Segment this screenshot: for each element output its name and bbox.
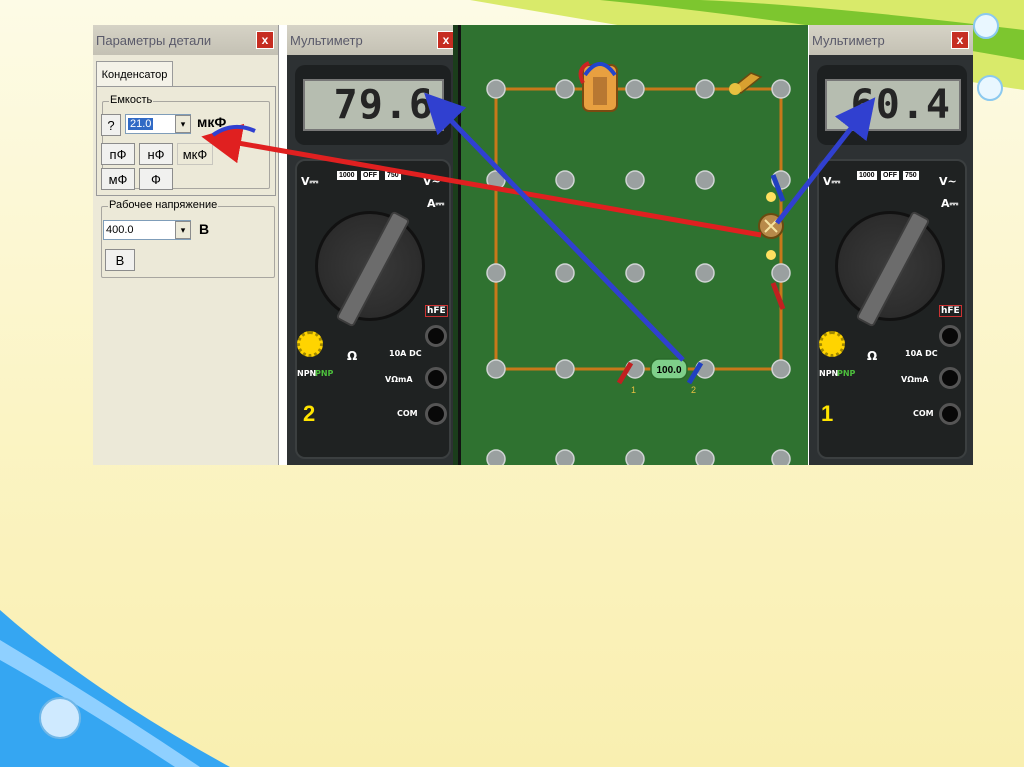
simulator-screenshot: Параметры детали x Конденсатор Емкость ?… xyxy=(93,25,973,465)
bottom-swoosh xyxy=(0,610,230,767)
bottom-swoosh-light xyxy=(0,640,200,767)
annotation-arrows xyxy=(201,92,876,362)
arrow-blue-stroke xyxy=(211,124,256,137)
arrow-blue-right xyxy=(775,97,876,225)
arrow-blue-left xyxy=(424,92,685,362)
bubble-icon xyxy=(39,697,81,739)
bubble-icon xyxy=(973,13,999,39)
bubble-icon xyxy=(977,75,1003,101)
arrow-red xyxy=(201,123,762,238)
